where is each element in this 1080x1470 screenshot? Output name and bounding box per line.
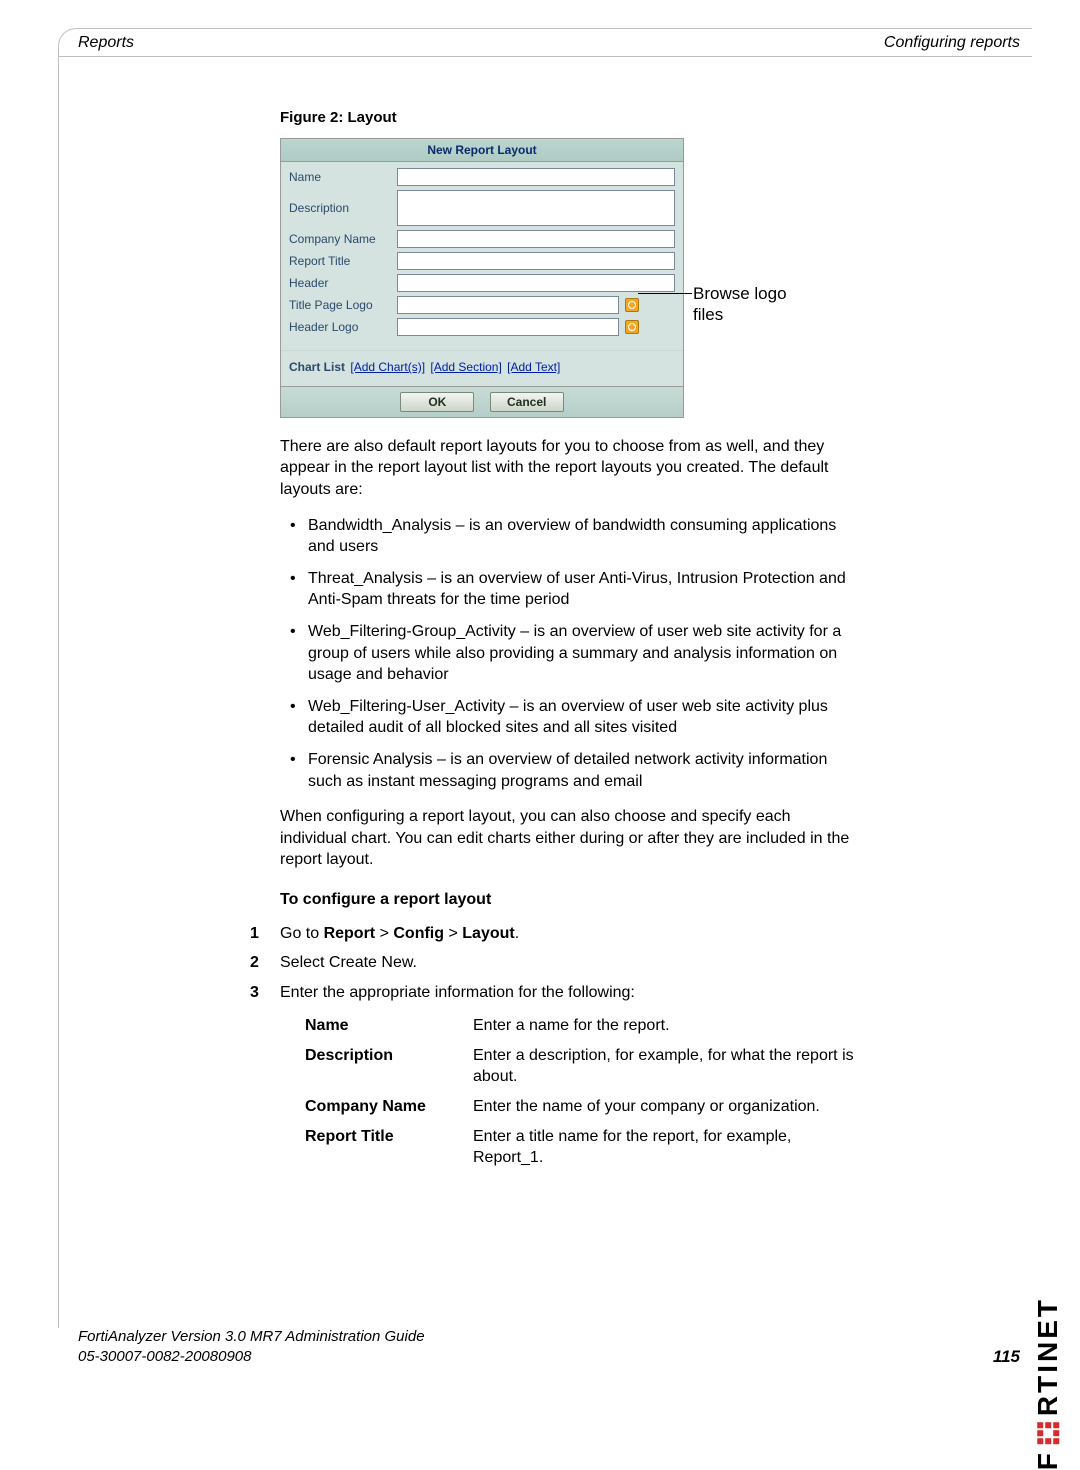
default-layouts-list: Bandwidth_Analysis – is an overview of b…: [280, 515, 860, 793]
add-text-link[interactable]: [Add Text]: [507, 360, 560, 374]
label-name: Name: [289, 169, 397, 185]
def-report-title-term: Report Title: [305, 1126, 473, 1169]
list-item: Forensic Analysis – is an overview of de…: [280, 749, 860, 792]
footer-text: FortiAnalyzer Version 3.0 MR7 Administra…: [78, 1327, 425, 1368]
field-definitions: Name Enter a name for the report. Descri…: [305, 1015, 860, 1169]
browse-title-logo-icon[interactable]: [625, 298, 639, 312]
after-list-paragraph: When configuring a report layout, you ca…: [280, 806, 860, 871]
label-report-title: Report Title: [289, 253, 397, 269]
add-charts-link[interactable]: [Add Chart(s)]: [350, 360, 425, 374]
def-description-term: Description: [305, 1045, 473, 1088]
input-report-title[interactable]: [397, 252, 675, 270]
logo-icon: [1037, 1422, 1059, 1444]
list-item: Web_Filtering-User_Activity – is an over…: [280, 696, 860, 739]
new-report-layout-dialog: New Report Layout Name Description Compa…: [280, 138, 684, 418]
browse-header-logo-icon[interactable]: [625, 320, 639, 334]
def-company-desc: Enter the name of your company or organi…: [473, 1096, 860, 1118]
label-header-logo: Header Logo: [289, 319, 397, 335]
step-1: 1 Go to Report > Config > Layout.: [250, 923, 830, 945]
procedure-heading: To configure a report layout: [280, 889, 860, 911]
procedure-steps: 1 Go to Report > Config > Layout. 2 Sele…: [250, 923, 830, 1004]
chart-list-label: Chart List: [289, 360, 345, 374]
label-description: Description: [289, 200, 397, 216]
def-description-desc: Enter a description, for example, for wh…: [473, 1045, 860, 1088]
input-header[interactable]: [397, 274, 675, 292]
label-title-page-logo: Title Page Logo: [289, 297, 397, 313]
input-header-logo[interactable]: [397, 318, 619, 336]
list-item: Bandwidth_Analysis – is an overview of b…: [280, 515, 860, 558]
input-company-name[interactable]: [397, 230, 675, 248]
screenshot-wrap: New Report Layout Name Description Compa…: [280, 138, 810, 418]
chart-list-row: Chart List [Add Chart(s)] [Add Section] …: [281, 350, 683, 386]
cancel-button[interactable]: Cancel: [490, 392, 564, 412]
dialog-title: New Report Layout: [281, 139, 683, 162]
dialog-body: Name Description Company Name Report Tit…: [281, 162, 683, 342]
annotation-browse-logo: Browse logo files: [693, 284, 810, 325]
input-name[interactable]: [397, 168, 675, 186]
list-item: Web_Filtering-Group_Activity – is an ove…: [280, 621, 860, 686]
input-description[interactable]: [397, 190, 675, 226]
page-number: 115: [993, 1347, 1020, 1367]
intro-paragraph: There are also default report layouts fo…: [280, 436, 860, 501]
label-header: Header: [289, 275, 397, 291]
step-3: 3 Enter the appropriate information for …: [250, 982, 830, 1004]
def-name-desc: Enter a name for the report.: [473, 1015, 860, 1037]
fortinet-logo: F RTINET: [1032, 1297, 1064, 1470]
annotation-leader-line: [638, 293, 692, 294]
header-right: Configuring reports: [884, 34, 1020, 52]
def-report-title-desc: Enter a title name for the report, for e…: [473, 1126, 860, 1169]
def-name-term: Name: [305, 1015, 473, 1037]
label-company-name: Company Name: [289, 231, 397, 247]
def-company-term: Company Name: [305, 1096, 473, 1118]
header-rule: [58, 56, 1032, 57]
header-left: Reports: [78, 34, 134, 52]
input-title-page-logo[interactable]: [397, 296, 619, 314]
content-area: Figure 2: Layout New Report Layout Name …: [280, 108, 860, 1177]
ok-button[interactable]: OK: [400, 392, 474, 412]
add-section-link[interactable]: [Add Section]: [430, 360, 501, 374]
figure-caption: Figure 2: Layout: [280, 108, 860, 128]
list-item: Threat_Analysis – is an overview of user…: [280, 568, 860, 611]
dialog-buttons: OK Cancel: [281, 387, 683, 417]
step-2: 2 Select Create New.: [250, 952, 830, 974]
